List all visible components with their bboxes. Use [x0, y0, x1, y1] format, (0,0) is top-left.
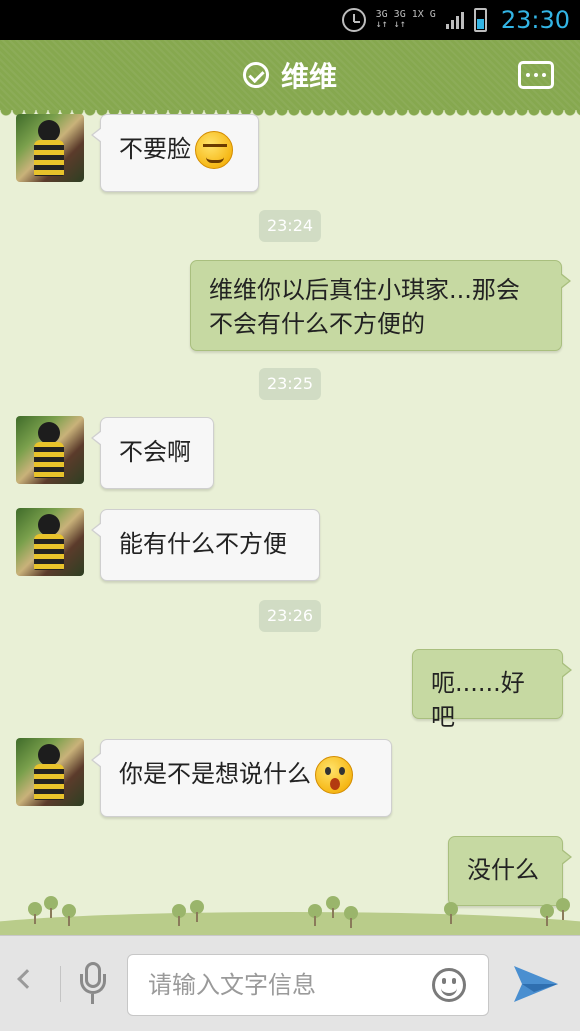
message-text: 没什么: [467, 856, 539, 884]
message-text: 呃......好吧: [431, 669, 525, 731]
alarm-icon: [341, 8, 366, 32]
message-text: 不会啊: [119, 438, 191, 466]
message-text: 能有什么不方便: [119, 530, 287, 558]
signal-icon: [445, 11, 464, 29]
message-text: 维维你以后真住小琪家...那会不会有什么不方便的: [209, 276, 520, 338]
divider: [60, 966, 61, 1002]
message-bubble-incoming[interactable]: 你是不是想说什么: [91, 739, 392, 817]
contact-avatar[interactable]: [16, 114, 84, 182]
contact-title: 维维: [242, 55, 337, 95]
chat-messages[interactable]: 不要脸 23:24 维维你以后真住小琪家...那会不会有什么不方便的 23:25…: [0, 110, 580, 935]
network-indicator: 3G 3G 1X G ↓↑ ↓↑: [376, 10, 436, 30]
message-bubble-incoming[interactable]: 不会啊: [91, 417, 214, 489]
contact-avatar[interactable]: [16, 416, 84, 484]
message-bubble-outgoing[interactable]: 维维你以后真住小琪家...那会不会有什么不方便的: [190, 260, 571, 351]
smirk-emoji-icon: [195, 131, 233, 169]
network-activity-label: ↓↑ ↓↑: [375, 19, 406, 30]
status-bar: 3G 3G 1X G ↓↑ ↓↑ 23:30: [0, 0, 580, 40]
background-scenery: [0, 888, 580, 935]
message-input-bar: [0, 935, 580, 1031]
more-icon: [526, 73, 530, 77]
microphone-icon[interactable]: [80, 962, 106, 1006]
contact-name: 维维: [280, 60, 337, 93]
surprised-emoji-icon: [315, 756, 353, 794]
status-time: 23:30: [500, 6, 570, 34]
battery-icon: [473, 8, 487, 32]
message-timestamp: 23:24: [258, 210, 322, 242]
more-options-button[interactable]: [518, 61, 554, 89]
message-text: 不要脸: [119, 135, 191, 163]
chat-header: 维维: [0, 40, 580, 116]
message-bubble-incoming[interactable]: 能有什么不方便: [91, 509, 320, 581]
message-text: 你是不是想说什么: [119, 760, 311, 788]
send-icon[interactable]: [512, 962, 560, 1006]
contact-avatar[interactable]: [16, 738, 84, 806]
emoji-picker-icon[interactable]: [432, 968, 466, 1002]
message-timestamp: 23:25: [258, 368, 322, 400]
contact-avatar[interactable]: [16, 508, 84, 576]
message-bubble-incoming[interactable]: 不要脸: [91, 114, 259, 192]
message-timestamp: 23:26: [258, 600, 322, 632]
message-bubble-outgoing[interactable]: 呃......好吧: [412, 649, 572, 731]
chevron-left-icon[interactable]: [17, 969, 37, 989]
check-circle-icon: [242, 62, 269, 88]
